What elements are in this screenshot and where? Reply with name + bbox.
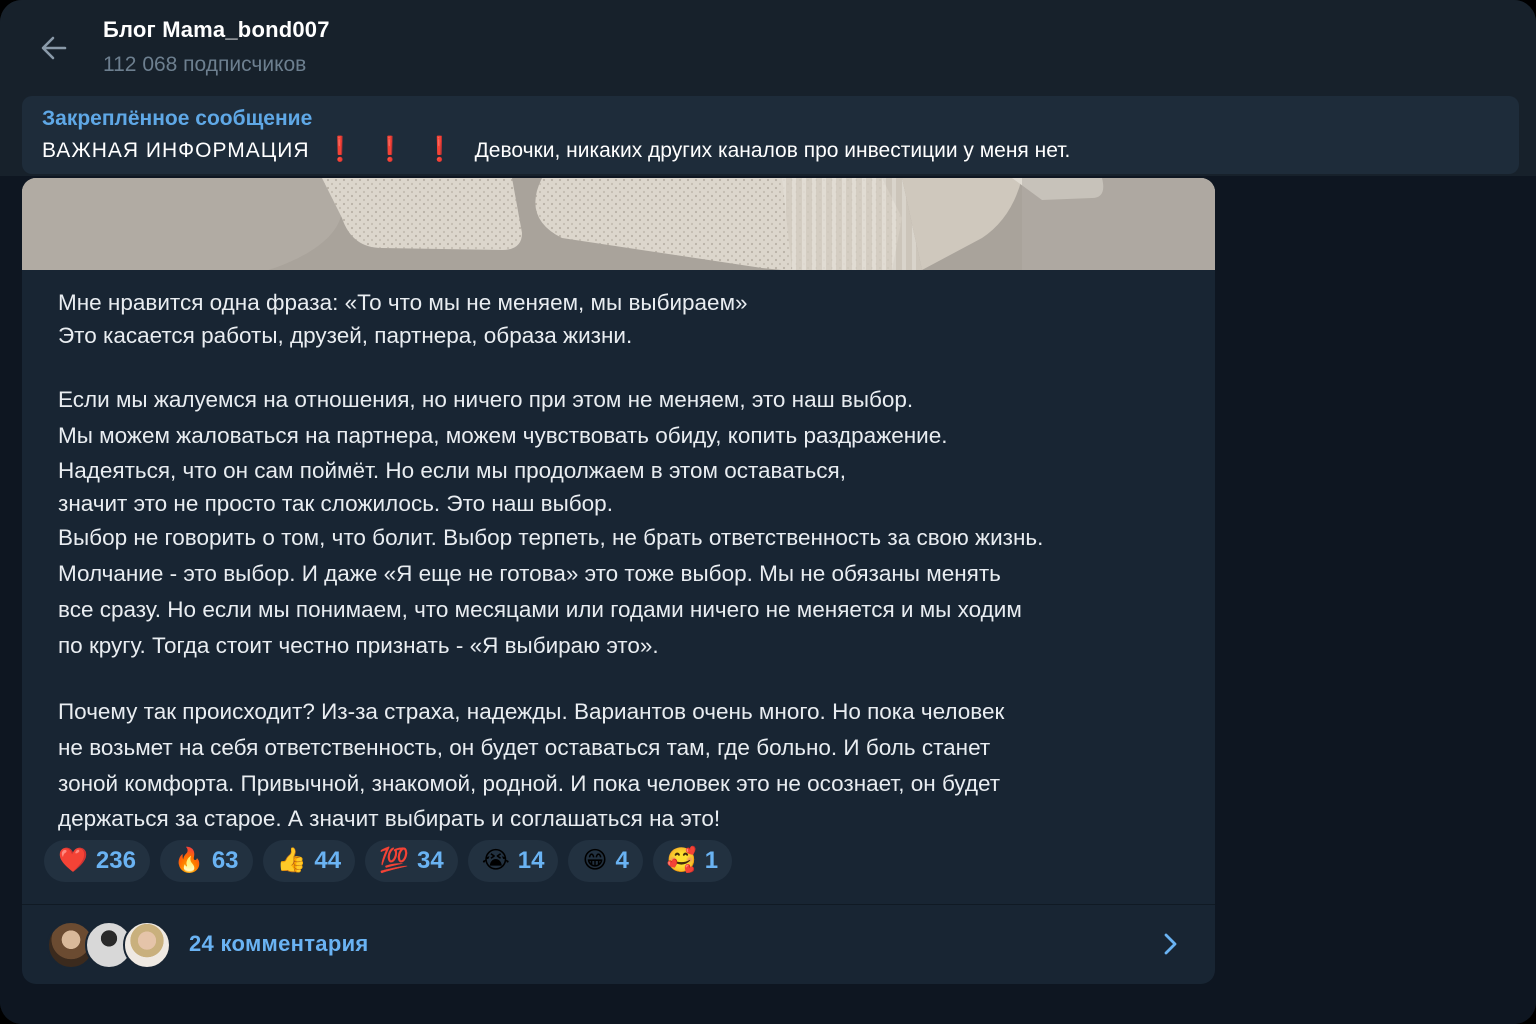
text-line: все сразу. Но если мы понимаем, что меся… — [58, 597, 1022, 622]
telegram-window: Блог Mama_bond007 112 068 подписчиков За… — [0, 0, 1536, 1024]
post-image[interactable] — [22, 178, 1215, 270]
reaction-hundred[interactable]: 💯 34 — [365, 840, 458, 882]
pinned-text: ВАЖНАЯ ИНФОРМАЦИЯ ❗ ❗ ❗ Девочки, никаких… — [42, 135, 1070, 164]
post-text: Мне нравится одна фраза: «То что мы не м… — [58, 286, 1178, 835]
reaction-thumbs-up[interactable]: 👍 44 — [262, 840, 356, 882]
reaction-count: 44 — [314, 847, 342, 874]
text-line: по кругу. Тогда стоит честно признать - … — [58, 633, 659, 658]
reaction-count: 236 — [95, 847, 136, 874]
knitted-fabric-image — [22, 178, 1215, 270]
comments-button[interactable]: 24 комментария — [22, 905, 1215, 984]
channel-post: Мне нравится одна фраза: «То что мы не м… — [22, 178, 1215, 984]
back-button[interactable] — [34, 28, 74, 68]
text-line: значит это не просто так сложилось. Это … — [58, 491, 613, 516]
exclamation-icon: ❗ — [375, 136, 405, 163]
smiling-face-with-hearts-icon: 🥰 — [666, 847, 697, 874]
exclamation-icon: ❗ — [424, 136, 455, 163]
text-line: Выбор не говорить о том, что болит. Выбо… — [58, 525, 1044, 550]
text-line: держаться за старое. А значит выбирать и… — [58, 806, 721, 831]
channel-header: Блог Mama_bond007 112 068 подписчиков — [0, 0, 1536, 92]
loudly-crying-face-icon: 😭 — [481, 847, 510, 874]
exclamation-icon: ❗ — [325, 136, 356, 163]
pinned-message-bar[interactable]: Закреплённое сообщение ВАЖНАЯ ИНФОРМАЦИЯ… — [22, 96, 1519, 174]
reactions-bar: ❤️ 236 🔥 63 👍 44 💯 34 😭 14 😁 4 🥰 1 — [44, 840, 733, 882]
pinned-message-text: Девочки, никаких других каналов про инве… — [474, 139, 1071, 162]
text-line: не возьмет на себя ответственность, он б… — [58, 735, 991, 760]
reaction-heart[interactable]: ❤️ 236 — [44, 840, 150, 882]
text-line: Мне нравится одна фраза: «То что мы не м… — [58, 290, 748, 315]
reaction-crying[interactable]: 😭 14 — [467, 840, 559, 882]
reaction-fire[interactable]: 🔥 63 — [159, 840, 253, 882]
pinned-label: Закреплённое сообщение — [42, 107, 313, 130]
chevron-right-icon — [1164, 933, 1177, 955]
text-line: зоной комфорта. Привычной, знакомой, род… — [58, 771, 1001, 796]
reaction-count: 4 — [615, 847, 629, 874]
fire-icon: 🔥 — [173, 847, 204, 874]
text-line: Почему так происходит? Из-за страха, над… — [58, 699, 1005, 724]
arrow-left-icon — [41, 36, 67, 60]
reaction-smiling-hearts[interactable]: 🥰 1 — [652, 840, 733, 882]
commenter-avatars — [47, 921, 177, 969]
channel-title[interactable]: Блог Mama_bond007 — [103, 17, 330, 43]
pinned-caps-text: ВАЖНАЯ ИНФОРМАЦИЯ — [42, 139, 310, 162]
avatar — [123, 921, 171, 969]
text-line: Надеяться, что он сам поймёт. Но если мы… — [58, 458, 846, 483]
text-line: Это касается работы, друзей, партнера, о… — [58, 323, 633, 348]
grinning-face-icon: 😁 — [582, 847, 608, 874]
reaction-count: 34 — [417, 847, 444, 874]
subscriber-count: 112 068 подписчиков — [103, 53, 307, 76]
hundred-points-icon: 💯 — [379, 847, 410, 874]
text-line: Молчание - это выбор. И даже «Я еще не г… — [58, 561, 1001, 586]
thumbs-up-icon: 👍 — [276, 847, 307, 874]
reaction-count: 63 — [211, 847, 239, 874]
comments-count-label: 24 комментария — [189, 931, 369, 956]
reaction-grin[interactable]: 😁 4 — [568, 840, 643, 882]
reaction-count: 14 — [517, 847, 545, 874]
text-line: Если мы жалуемся на отношения, но ничего… — [58, 387, 914, 412]
reaction-count: 1 — [704, 847, 719, 874]
text-line: Мы можем жаловаться на партнера, можем ч… — [58, 423, 948, 448]
red-heart-icon: ❤️ — [58, 847, 88, 874]
